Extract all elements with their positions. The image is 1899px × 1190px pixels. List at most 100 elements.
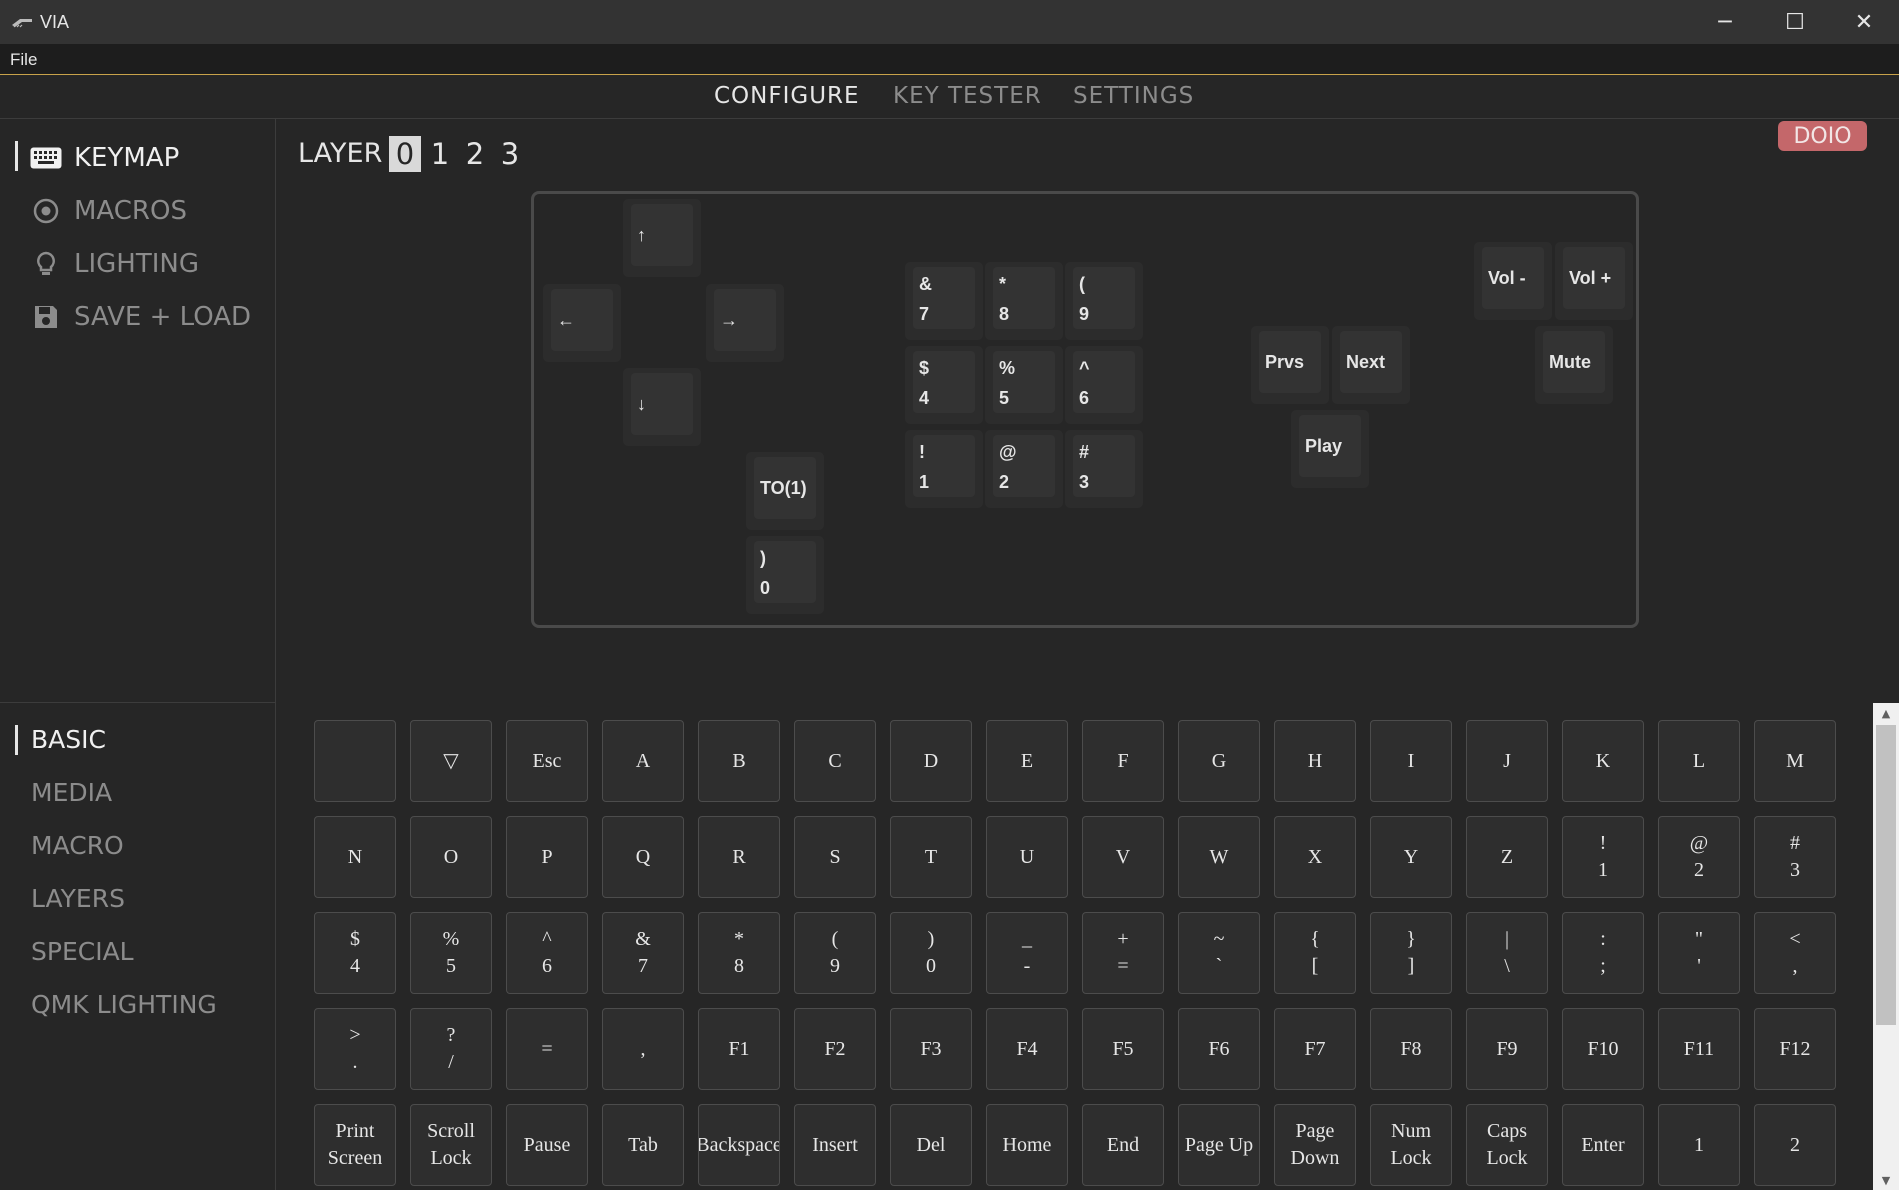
keycode-button[interactable]: Scroll Lock xyxy=(410,1104,492,1186)
scroll-up-icon[interactable]: ▲ xyxy=(1873,703,1899,723)
keycode-button[interactable]: = xyxy=(506,1008,588,1090)
tab-key-tester[interactable]: KEY TESTER xyxy=(893,83,1042,109)
minimize-button[interactable]: ─ xyxy=(1690,0,1760,44)
keycode-button[interactable]: F12 xyxy=(1754,1008,1836,1090)
menu-file[interactable]: File xyxy=(10,50,37,70)
keycode-button[interactable]: | \ xyxy=(1466,912,1548,994)
category-layers[interactable]: LAYERS xyxy=(31,884,125,913)
keycode-button[interactable]: ) 0 xyxy=(890,912,972,994)
keyboard-key[interactable]: → xyxy=(706,284,784,362)
keycode-button[interactable]: Backspace xyxy=(698,1104,780,1186)
keycode-button[interactable]: _ - xyxy=(986,912,1068,994)
keycode-button[interactable]: T xyxy=(890,816,972,898)
sidebar-item-macros[interactable]: MACROS xyxy=(30,194,187,228)
keyboard-key[interactable]: ^ 6 xyxy=(1065,346,1143,424)
keycode-button[interactable]: Tab xyxy=(602,1104,684,1186)
keycode-button[interactable]: M xyxy=(1754,720,1836,802)
scroll-down-icon[interactable]: ▼ xyxy=(1873,1170,1899,1190)
keycode-button[interactable]: N xyxy=(314,816,396,898)
keyboard-key[interactable]: (9 xyxy=(1065,262,1143,340)
keycode-button[interactable]: K xyxy=(1562,720,1644,802)
keycode-button[interactable]: Insert xyxy=(794,1104,876,1186)
keycode-button[interactable]: H xyxy=(1274,720,1356,802)
keycode-button[interactable]: J xyxy=(1466,720,1548,802)
keycode-button[interactable]: Caps Lock xyxy=(1466,1104,1548,1186)
keyboard-key[interactable]: Vol + xyxy=(1555,242,1633,320)
keycode-button[interactable]: Z xyxy=(1466,816,1548,898)
layer-button-3[interactable]: 3 xyxy=(494,136,526,172)
keycode-button[interactable]: Esc xyxy=(506,720,588,802)
keycode-button[interactable]: B xyxy=(698,720,780,802)
keycode-button[interactable]: Home xyxy=(986,1104,1068,1186)
keyboard-key[interactable]: ↓ xyxy=(623,368,701,446)
keycode-button[interactable]: ~ ` xyxy=(1178,912,1260,994)
keycode-button[interactable]: L xyxy=(1658,720,1740,802)
sidebar-item-lighting[interactable]: LIGHTING xyxy=(30,247,199,281)
keyboard-key[interactable]: % 5 xyxy=(985,346,1063,424)
keycode-button[interactable] xyxy=(314,720,396,802)
keycode-button[interactable]: Page Up xyxy=(1178,1104,1260,1186)
keycode-button[interactable]: + = xyxy=(1082,912,1164,994)
keycode-button[interactable]: F10 xyxy=(1562,1008,1644,1090)
keycode-button[interactable]: > . xyxy=(314,1008,396,1090)
keycode-button[interactable]: ! 1 xyxy=(1562,816,1644,898)
keycode-button[interactable]: I xyxy=(1370,720,1452,802)
keycode-button[interactable]: < , xyxy=(1754,912,1836,994)
keycode-button[interactable]: $ 4 xyxy=(314,912,396,994)
category-special[interactable]: SPECIAL xyxy=(31,937,134,966)
keycode-button[interactable]: # 3 xyxy=(1754,816,1836,898)
keycode-button[interactable]: V xyxy=(1082,816,1164,898)
keycode-scrollbar[interactable]: ▲ ▼ xyxy=(1873,703,1899,1190)
sidebar-item-save-load[interactable]: SAVE + LOAD xyxy=(30,300,251,334)
keyboard-key[interactable]: ↑ xyxy=(623,199,701,277)
keyboard-key[interactable]: Play xyxy=(1291,410,1369,488)
keycode-button[interactable]: P xyxy=(506,816,588,898)
category-qmk-lighting[interactable]: QMK LIGHTING xyxy=(31,990,217,1019)
sidebar-item-keymap[interactable]: KEYMAP xyxy=(30,141,179,175)
keycode-button[interactable]: S xyxy=(794,816,876,898)
keycode-button[interactable]: Q xyxy=(602,816,684,898)
keyboard-key[interactable]: ) 0 xyxy=(746,536,824,614)
keycode-button[interactable]: F xyxy=(1082,720,1164,802)
keycode-button[interactable]: A xyxy=(602,720,684,802)
keycode-button[interactable]: W xyxy=(1178,816,1260,898)
keycode-button[interactable]: ( 9 xyxy=(794,912,876,994)
keycode-button[interactable]: " ' xyxy=(1658,912,1740,994)
layer-button-1[interactable]: 1 xyxy=(424,136,456,172)
keycode-button[interactable]: * 8 xyxy=(698,912,780,994)
keycode-button[interactable]: X xyxy=(1274,816,1356,898)
keycode-button[interactable]: & 7 xyxy=(602,912,684,994)
keycode-button[interactable]: F5 xyxy=(1082,1008,1164,1090)
keycode-button[interactable]: E xyxy=(986,720,1068,802)
close-button[interactable]: ✕ xyxy=(1829,0,1899,44)
keyboard-key[interactable]: #3 xyxy=(1065,430,1143,508)
keycode-button[interactable]: F4 xyxy=(986,1008,1068,1090)
keycode-button[interactable]: ▽ xyxy=(410,720,492,802)
tab-configure[interactable]: CONFIGURE xyxy=(714,83,860,109)
keycode-button[interactable]: F11 xyxy=(1658,1008,1740,1090)
keycode-button[interactable]: O xyxy=(410,816,492,898)
keycode-button[interactable]: 2 xyxy=(1754,1104,1836,1186)
keycode-button[interactable]: Page Down xyxy=(1274,1104,1356,1186)
keyboard-key[interactable]: ← xyxy=(543,284,621,362)
scroll-thumb[interactable] xyxy=(1876,725,1896,1025)
keyboard-key[interactable]: @2 xyxy=(985,430,1063,508)
keycode-button[interactable]: Del xyxy=(890,1104,972,1186)
keycode-button[interactable]: F3 xyxy=(890,1008,972,1090)
keycode-button[interactable]: F7 xyxy=(1274,1008,1356,1090)
keycode-button[interactable]: F9 xyxy=(1466,1008,1548,1090)
layer-button-0[interactable]: 0 xyxy=(389,136,421,172)
keyboard-key[interactable]: Prvs xyxy=(1251,326,1329,404)
keyboard-key[interactable]: Vol - xyxy=(1474,242,1552,320)
keycode-button[interactable]: Y xyxy=(1370,816,1452,898)
maximize-button[interactable]: ☐ xyxy=(1760,0,1830,44)
keycode-button[interactable]: G xyxy=(1178,720,1260,802)
keyboard-key[interactable]: $4 xyxy=(905,346,983,424)
keycode-button[interactable]: C xyxy=(794,720,876,802)
category-basic[interactable]: BASIC xyxy=(31,725,106,754)
keycode-button[interactable]: : ; xyxy=(1562,912,1644,994)
keycode-button[interactable]: 1 xyxy=(1658,1104,1740,1186)
keycode-button[interactable]: Pause xyxy=(506,1104,588,1186)
layer-button-2[interactable]: 2 xyxy=(459,136,491,172)
keyboard-key[interactable]: Mute xyxy=(1535,326,1613,404)
